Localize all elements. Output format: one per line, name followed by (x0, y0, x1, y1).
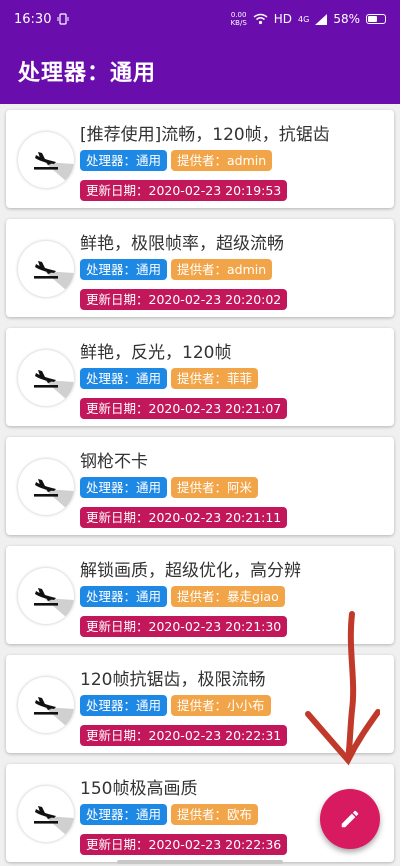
net-speed: 0.00 KB/S (230, 11, 247, 27)
update-date-tag: 更新日期：2020-02-23 20:22:36 (80, 834, 288, 855)
card-title: 150帧极高画质 (80, 779, 198, 799)
status-time: 16:30 (14, 11, 52, 27)
wifi-icon (253, 13, 268, 25)
card-title: 鲜艳，反光，120帧 (80, 343, 232, 363)
airplane-landing-icon (34, 479, 74, 515)
update-date-tag: 更新日期：2020-02-23 20:19:53 (80, 180, 288, 201)
card-avatar (18, 350, 74, 406)
config-list[interactable]: [推荐使用]流畅，120帧，抗锯齿 处理器：通用 提供者：admin 更新日期：202… (0, 104, 400, 866)
card-tags: 处理器：通用 提供者：暴走giao (80, 586, 285, 607)
card-avatar (18, 568, 74, 624)
status-right: 0.00 KB/S HD 4G 58% (231, 11, 386, 27)
update-date-tag: 更新日期：2020-02-23 20:22:31 (80, 725, 288, 746)
processor-tag: 处理器：通用 (80, 477, 168, 498)
battery-fill (368, 16, 377, 22)
card-title: 120帧抗锯齿，极限流畅 (80, 670, 266, 690)
processor-tag: 处理器：通用 (80, 695, 168, 716)
card-avatar (18, 132, 74, 188)
config-card[interactable]: 鲜艳，反光，120帧 处理器：通用 提供者：菲菲 更新日期：2020-02-23 20… (6, 328, 394, 426)
battery-icon (366, 14, 386, 24)
card-avatar (18, 786, 74, 842)
page-title: 处理器：通用 (18, 61, 157, 86)
provider-tag: 提供者：菲菲 (171, 368, 259, 389)
update-date-tag: 更新日期：2020-02-23 20:20:02 (80, 289, 288, 310)
config-card[interactable]: 钢枪不卡处理器：通用 提供者：阿米更新日期：2020-02-23 20:21:11 (6, 437, 394, 535)
card-tags: 处理器：通用 提供者：admin (80, 150, 273, 171)
signal-icon (315, 13, 328, 25)
provider-tag: 提供者：admin (171, 150, 273, 171)
airplane-landing-icon (34, 806, 74, 842)
update-date-tag: 更新日期：2020-02-23 20:21:07 (80, 398, 288, 419)
card-tags: 处理器：通用 提供者：阿米 (80, 477, 259, 498)
processor-tag: 处理器：通用 (80, 804, 168, 825)
card-title: 钢枪不卡 (80, 452, 148, 472)
update-date-tag: 更新日期：2020-02-23 20:21:30 (80, 616, 288, 637)
app-bar: 处理器：通用 (0, 38, 400, 104)
processor-tag: 处理器：通用 (80, 259, 168, 280)
card-tags: 处理器：通用 提供者：欧布 (80, 804, 259, 825)
home-indicator[interactable] (117, 860, 283, 864)
config-card[interactable]: 120帧抗锯齿，极限流畅 处理器：通用 提供者：小小布 更新日期：2020-02-23… (6, 655, 394, 753)
card-tags: 处理器：通用 提供者：菲菲 (80, 368, 259, 389)
provider-tag: 提供者：小小布 (171, 695, 271, 716)
card-title: [推荐使用]流畅，120帧，抗锯齿 (80, 125, 330, 145)
processor-tag: 处理器：通用 (80, 586, 168, 607)
card-title: 解锁画质，超级优化，高分辨 (80, 561, 301, 581)
card-avatar (18, 677, 74, 733)
edit-fab-button[interactable] (320, 789, 380, 849)
status-bar: 16:30 0.00 KB/S HD 4G 58% (0, 0, 400, 38)
config-card[interactable]: 鲜艳，极限帧率，超级流畅 处理器：通用 提供者：admin 更新日期：2020-02-… (6, 219, 394, 317)
config-card[interactable]: [推荐使用]流畅，120帧，抗锯齿 处理器：通用 提供者：admin 更新日期：202… (6, 110, 394, 208)
update-date-tag: 更新日期：2020-02-23 20:21:11 (80, 507, 288, 528)
processor-tag: 处理器：通用 (80, 150, 168, 171)
airplane-landing-icon (34, 697, 74, 733)
card-tags: 处理器：通用 提供者：小小布 (80, 695, 271, 716)
edit-pencil-icon (341, 810, 359, 828)
provider-tag: 提供者：admin (171, 259, 273, 280)
airplane-landing-icon (34, 588, 74, 624)
config-card[interactable]: 解锁画质，超级优化，高分辨 处理器：通用 提供者：暴走giao 更新日期：2020-0… (6, 546, 394, 644)
network-type: 4G (298, 14, 310, 24)
card-tags: 处理器：通用 提供者：admin (80, 259, 273, 280)
airplane-landing-icon (34, 152, 74, 188)
vibrate-icon (57, 13, 69, 25)
airplane-landing-icon (34, 370, 74, 406)
processor-tag: 处理器：通用 (80, 368, 168, 389)
card-avatar (18, 459, 74, 515)
battery-percent: 58% (333, 12, 360, 26)
card-title: 鲜艳，极限帧率，超级流畅 (80, 234, 284, 254)
provider-tag: 提供者：阿米 (171, 477, 259, 498)
hd-indicator: HD (273, 12, 293, 26)
provider-tag: 提供者：暴走giao (171, 586, 285, 607)
provider-tag: 提供者：欧布 (171, 804, 259, 825)
status-left: 16:30 (14, 12, 69, 27)
card-avatar (18, 241, 74, 297)
airplane-landing-icon (34, 261, 74, 297)
